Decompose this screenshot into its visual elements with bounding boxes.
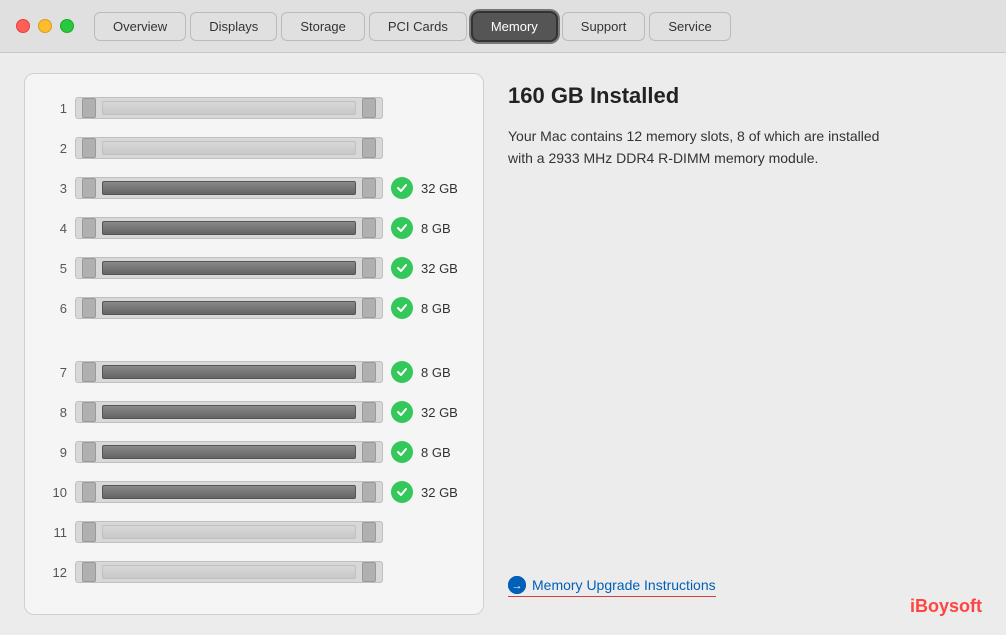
slot-number-5: 5 [45, 261, 67, 276]
slot-group-gap [45, 334, 463, 354]
tab-overview[interactable]: Overview [94, 12, 186, 41]
slot-bar-8 [75, 401, 383, 423]
info-panel: 160 GB Installed Your Mac contains 12 me… [508, 73, 982, 615]
slot-number-4: 4 [45, 221, 67, 236]
slot-row-4: 4 8 GB [45, 210, 463, 246]
slot-bar-inner-3 [102, 181, 356, 195]
slot-number-3: 3 [45, 181, 67, 196]
slot-bar-inner-5 [102, 261, 356, 275]
slot-check-9 [391, 441, 413, 463]
slot-bar-1 [75, 97, 383, 119]
slot-bar-12 [75, 561, 383, 583]
slot-number-7: 7 [45, 365, 67, 380]
slot-bar-3 [75, 177, 383, 199]
slots-panel: 1 2 3 [24, 73, 484, 615]
upgrade-link-label: Memory Upgrade Instructions [532, 577, 716, 593]
slot-bar-inner-6 [102, 301, 356, 315]
slot-bar-2 [75, 137, 383, 159]
tab-bar: Overview Displays Storage PCI Cards Memo… [94, 11, 735, 42]
slot-number-12: 12 [45, 565, 67, 580]
slot-row-3: 3 32 GB [45, 170, 463, 206]
slot-check-3 [391, 177, 413, 199]
close-button[interactable] [16, 19, 30, 33]
memory-installed-label: Installed [584, 83, 679, 108]
memory-title: 160 GB Installed [508, 83, 982, 109]
slot-number-6: 6 [45, 301, 67, 316]
slot-check-6 [391, 297, 413, 319]
slot-row-5: 5 32 GB [45, 250, 463, 286]
slot-row-11: 11 [45, 514, 463, 550]
slot-number-9: 9 [45, 445, 67, 460]
slot-bar-inner-9 [102, 445, 356, 459]
slot-bar-inner-10 [102, 485, 356, 499]
slot-size-9: 8 GB [421, 445, 463, 460]
maximize-button[interactable] [60, 19, 74, 33]
slot-bar-inner-11 [102, 525, 356, 539]
slot-size-4: 8 GB [421, 221, 463, 236]
tab-support[interactable]: Support [562, 12, 646, 41]
slot-bar-9 [75, 441, 383, 463]
slot-row-6: 6 8 GB [45, 290, 463, 326]
slot-row-9: 9 8 GB [45, 434, 463, 470]
memory-amount: 160 GB [508, 83, 584, 108]
window-controls [16, 19, 74, 33]
watermark-suffix: Boysoft [915, 596, 982, 616]
upgrade-icon: → [508, 576, 526, 594]
slot-size-6: 8 GB [421, 301, 463, 316]
slot-row-12: 12 [45, 554, 463, 590]
slot-size-10: 32 GB [421, 485, 463, 500]
slot-bar-inner-1 [102, 101, 356, 115]
slot-check-4 [391, 217, 413, 239]
tab-service[interactable]: Service [649, 12, 730, 41]
slot-check-5 [391, 257, 413, 279]
slot-group-2: 7 8 GB 8 32 GB [45, 354, 463, 590]
slot-bar-7 [75, 361, 383, 383]
slot-number-2: 2 [45, 141, 67, 156]
slot-row-8: 8 32 GB [45, 394, 463, 430]
slot-size-5: 32 GB [421, 261, 463, 276]
slot-size-8: 32 GB [421, 405, 463, 420]
main-content: 1 2 3 [0, 53, 1006, 635]
slot-bar-inner-8 [102, 405, 356, 419]
slot-size-3: 32 GB [421, 181, 463, 196]
tab-pci-cards[interactable]: PCI Cards [369, 12, 467, 41]
tab-displays[interactable]: Displays [190, 12, 277, 41]
slot-row-10: 10 32 GB [45, 474, 463, 510]
upgrade-link[interactable]: → Memory Upgrade Instructions [508, 576, 716, 597]
slot-number-10: 10 [45, 485, 67, 500]
slot-bar-10 [75, 481, 383, 503]
slot-number-11: 11 [45, 525, 67, 540]
slot-row-2: 2 [45, 130, 463, 166]
slot-bar-inner-7 [102, 365, 356, 379]
slot-number-1: 1 [45, 101, 67, 116]
slot-size-7: 8 GB [421, 365, 463, 380]
memory-description: Your Mac contains 12 memory slots, 8 of … [508, 125, 888, 170]
slot-bar-inner-4 [102, 221, 356, 235]
minimize-button[interactable] [38, 19, 52, 33]
svg-text:→: → [512, 580, 523, 592]
slot-bar-5 [75, 257, 383, 279]
slot-check-10 [391, 481, 413, 503]
slot-bar-6 [75, 297, 383, 319]
watermark: iBoysoft [910, 592, 982, 621]
slot-check-7 [391, 361, 413, 383]
slot-number-8: 8 [45, 405, 67, 420]
slot-bar-4 [75, 217, 383, 239]
slot-bar-11 [75, 521, 383, 543]
titlebar: Overview Displays Storage PCI Cards Memo… [0, 0, 1006, 53]
slot-group-1: 1 2 3 [45, 90, 463, 326]
slot-row-1: 1 [45, 90, 463, 126]
tab-memory[interactable]: Memory [471, 11, 558, 42]
slot-bar-inner-12 [102, 565, 356, 579]
tab-storage[interactable]: Storage [281, 12, 365, 41]
slot-row-7: 7 8 GB [45, 354, 463, 390]
slot-check-8 [391, 401, 413, 423]
slot-bar-inner-2 [102, 141, 356, 155]
